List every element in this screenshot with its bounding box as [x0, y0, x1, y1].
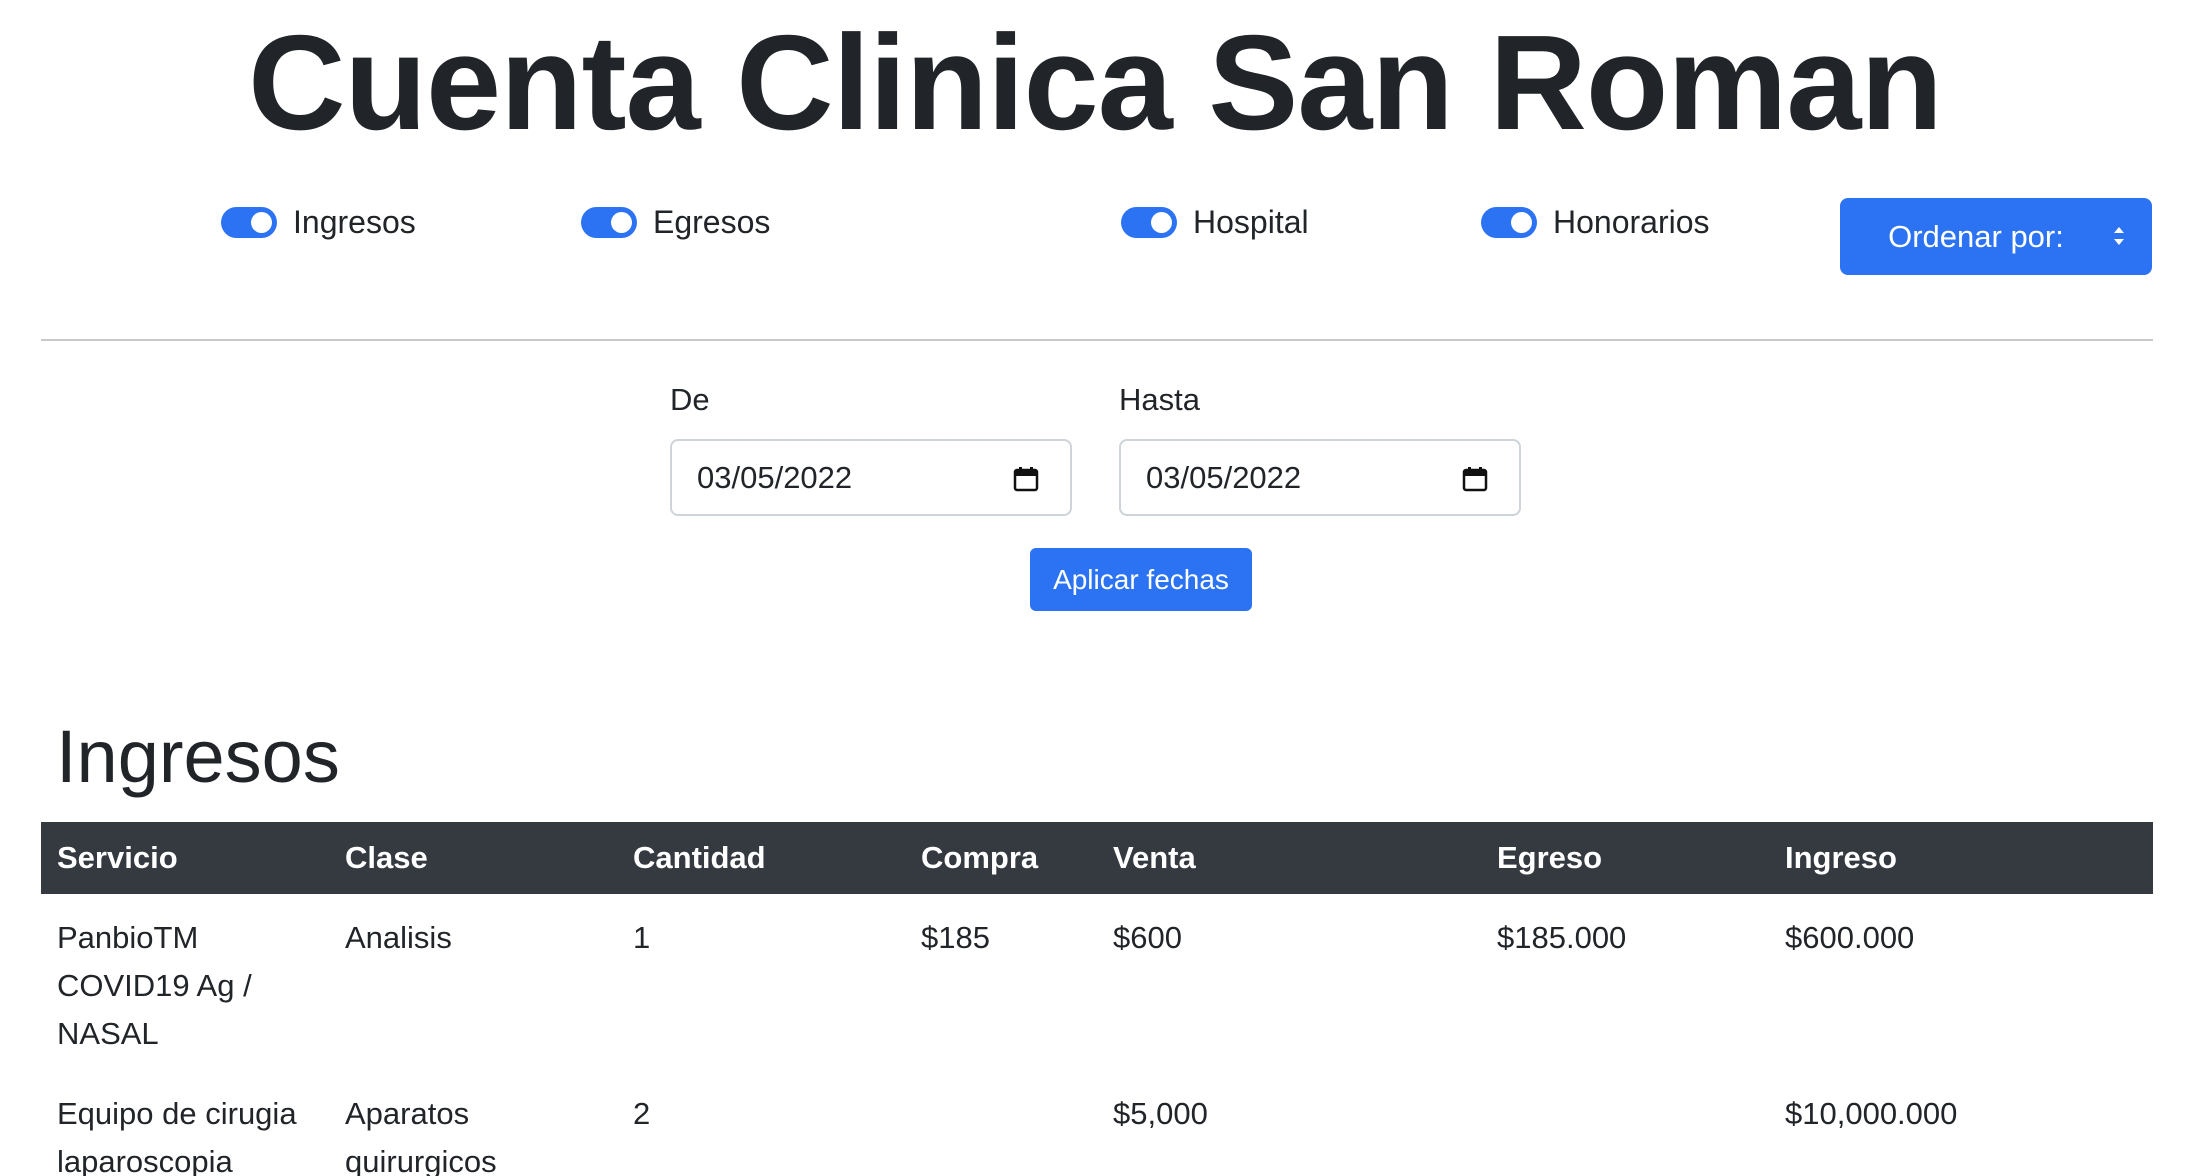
cell-clase: Analisis [345, 920, 452, 955]
toggle-switch-icon[interactable] [1481, 206, 1537, 238]
apply-dates-button[interactable]: Aplicar fechas [1030, 548, 1252, 611]
cell-compra: $185 [921, 920, 990, 955]
toggle-label: Honorarios [1553, 204, 1710, 240]
toggle-hospital[interactable]: Hospital [1121, 202, 1309, 242]
ingresos-table: Servicio Clase Cantidad Compra Venta Egr… [41, 822, 2153, 1176]
column-header-servicio: Servicio [57, 840, 178, 875]
cell-clase: Aparatos quirurgicos [345, 1096, 497, 1176]
column-header-compra: Compra [921, 840, 1039, 875]
cell-servicio: PanbioTM COVID19 Ag / NASAL [57, 920, 252, 1051]
calendar-icon[interactable] [1012, 465, 1040, 493]
table-row: Equipo de cirugia laparoscopia Aparatos … [41, 1072, 2153, 1176]
column-header-ingreso: Ingreso [1785, 840, 1897, 875]
order-by-select[interactable]: Ordenar por: [1840, 198, 2152, 275]
column-header-clase: Clase [345, 840, 428, 875]
from-date-value: 03/05/2022 [697, 459, 853, 495]
to-date-value: 03/05/2022 [1146, 459, 1302, 495]
toggle-honorarios[interactable]: Honorarios [1481, 202, 1710, 242]
cell-cantidad: 1 [633, 920, 651, 955]
toggle-label: Ingresos [293, 204, 416, 240]
calendar-icon[interactable] [1461, 465, 1489, 493]
to-date-input[interactable]: 03/05/2022 [1119, 439, 1521, 516]
cell-venta: $600 [1113, 920, 1182, 955]
column-header-venta: Venta [1113, 840, 1196, 875]
column-header-cantidad: Cantidad [633, 840, 766, 875]
divider [41, 339, 2153, 341]
section-title-ingresos: Ingresos [56, 715, 340, 798]
toggle-label: Egresos [653, 204, 771, 240]
cell-ingreso: $10,000.000 [1785, 1096, 1958, 1131]
sort-caret-icon [2114, 227, 2124, 245]
table-row: PanbioTM COVID19 Ag / NASAL Analisis 1 $… [41, 894, 2153, 1072]
cell-venta: $5,000 [1113, 1096, 1208, 1131]
toggle-ingresos[interactable]: Ingresos [221, 202, 416, 242]
cell-egreso: $185.000 [1497, 920, 1627, 955]
toggle-switch-icon[interactable] [221, 206, 277, 238]
column-header-egreso: Egreso [1497, 840, 1603, 875]
page: Cuenta Clinica San Roman Ingresos Egreso… [0, 0, 2190, 1176]
from-date-input[interactable]: 03/05/2022 [670, 439, 1072, 516]
cell-ingreso: $600.000 [1785, 920, 1915, 955]
toggle-switch-icon[interactable] [581, 206, 637, 238]
toggle-label: Hospital [1193, 204, 1309, 240]
to-date-label: Hasta [1119, 382, 1200, 417]
page-title: Cuenta Clinica San Roman [248, 7, 1943, 158]
toggle-switch-icon[interactable] [1121, 206, 1177, 238]
from-date-label: De [670, 382, 710, 417]
order-by-label: Ordenar por: [1888, 218, 2064, 254]
cell-cantidad: 2 [633, 1096, 651, 1131]
cell-servicio: Equipo de cirugia laparoscopia [57, 1096, 297, 1176]
table-header: Servicio Clase Cantidad Compra Venta Egr… [41, 822, 2153, 894]
toggle-egresos[interactable]: Egresos [581, 202, 770, 242]
